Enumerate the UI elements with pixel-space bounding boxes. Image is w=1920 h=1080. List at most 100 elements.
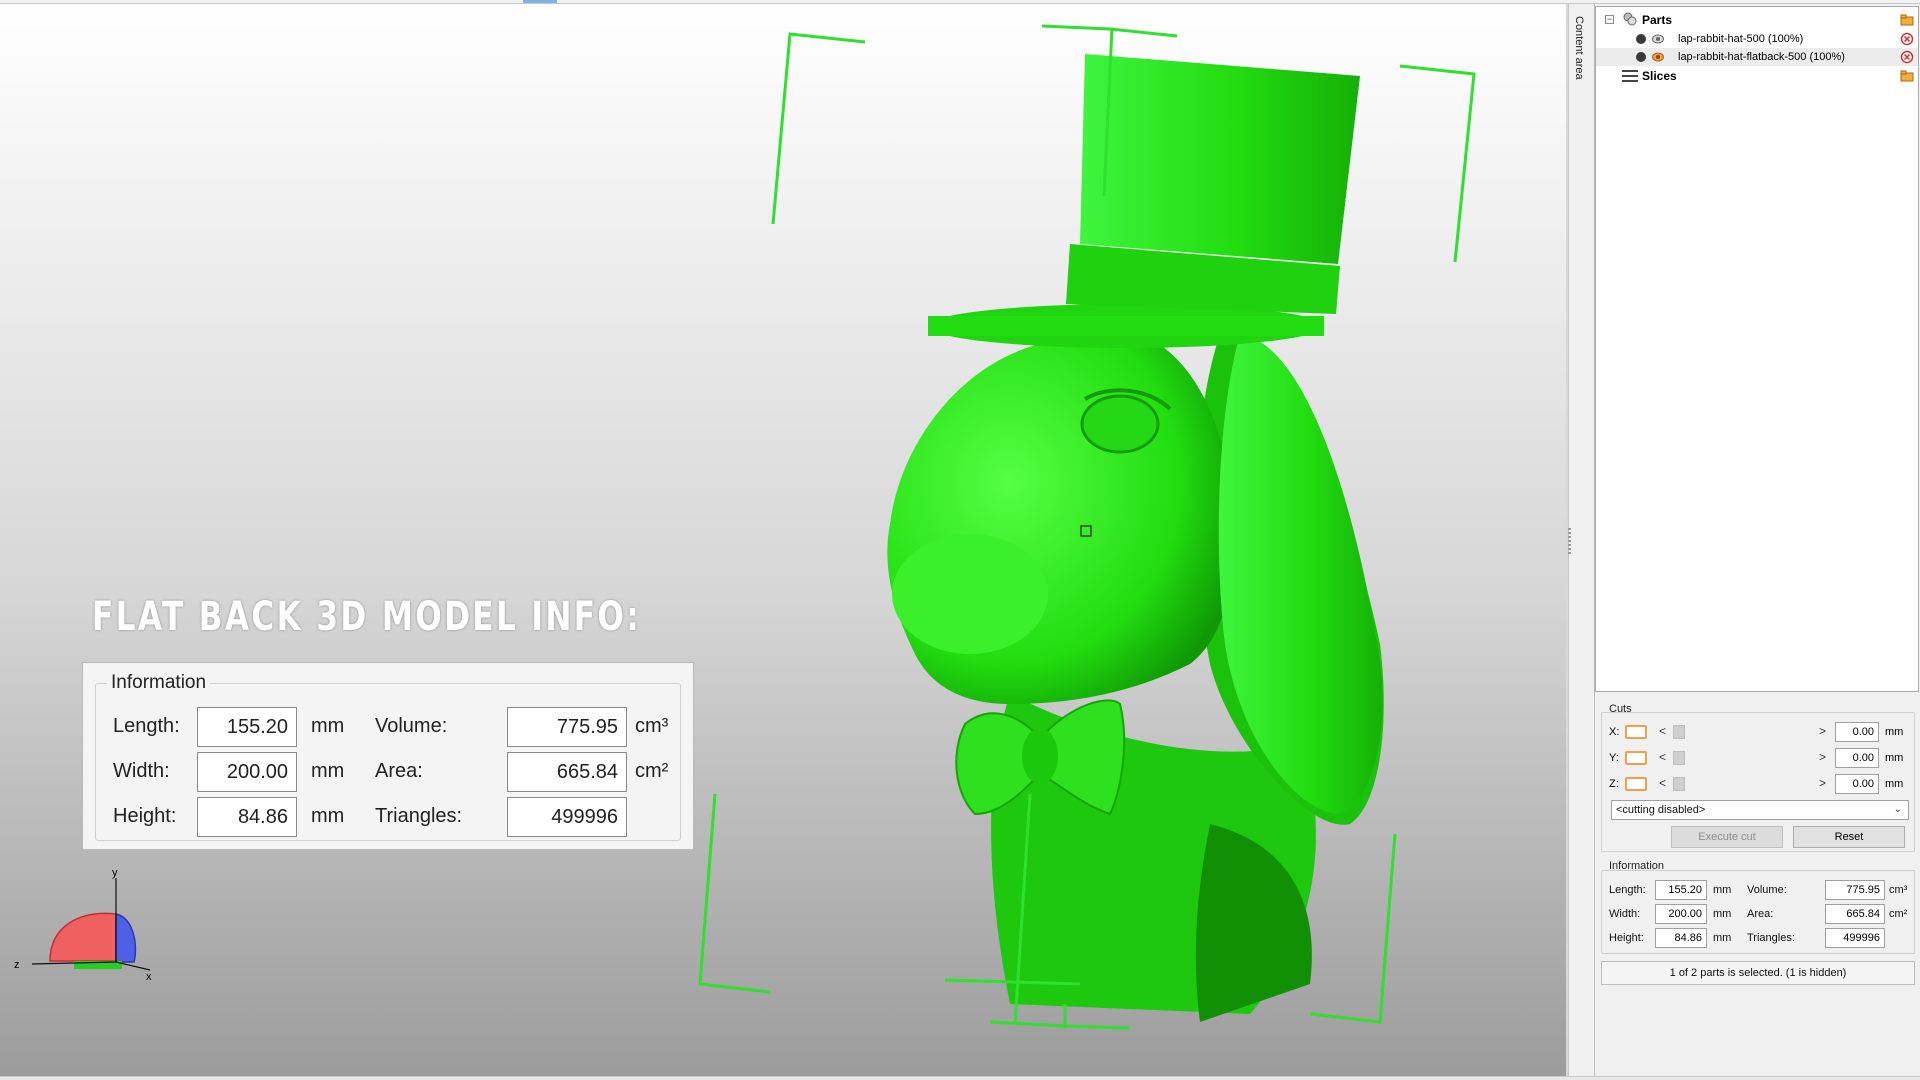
cut-value-input[interactable]: 0.00 (1835, 774, 1879, 794)
part-name: lap-rabbit-hat-flatback-500 (100%) (1678, 51, 1845, 63)
overlay-triangles-value: 499996 (507, 797, 627, 837)
overlay-length-label: Length: (113, 715, 180, 737)
cut-value-input[interactable]: 0.00 (1835, 748, 1879, 768)
area-unit: cm² (1889, 908, 1908, 920)
cut-increase-button[interactable]: > (1819, 750, 1826, 764)
overlay-information-box: Information Length: 155.20 mm Volume: 77… (82, 662, 694, 850)
slices-icon (1622, 70, 1638, 82)
width-value: 200.00 (1655, 904, 1707, 924)
tree-item-part[interactable]: lap-rabbit-hat-500 (100%) (1596, 30, 1918, 48)
tab-content-area[interactable]: Content area (1573, 16, 1585, 80)
content-area-tab-strip: Content area (1568, 4, 1594, 1076)
triangles-value: 499996 (1825, 928, 1885, 948)
overlay-height-label: Height: (113, 805, 177, 827)
gizmo-z-label: z (14, 959, 20, 971)
visibility-eye-icon[interactable] (1652, 34, 1664, 44)
expander-icon[interactable]: − (1605, 15, 1614, 24)
cut-plane-toggle[interactable] (1625, 725, 1647, 739)
cut-slider[interactable] (1673, 751, 1813, 765)
info-row-width: Width: 200.00 mm Area: 665.84 cm² (1595, 904, 1920, 924)
cut-slider-thumb[interactable] (1673, 777, 1685, 791)
cutting-mode-value: <cutting disabled> (1616, 804, 1706, 816)
cut-decrease-button[interactable]: < (1659, 724, 1666, 738)
overlay-volume-value: 775.95 (507, 707, 627, 747)
tree-parts-label: Parts (1642, 13, 1673, 27)
length-label: Length: (1609, 884, 1646, 896)
hidden-eye-icon[interactable] (1652, 52, 1664, 62)
reset-button[interactable]: Reset (1793, 826, 1905, 848)
overlay-row-length: Length: 155.20 mm Volume: 775.95 cm³ (83, 707, 695, 747)
tree-item-parts[interactable]: − Parts (1596, 11, 1918, 29)
overlay-area-unit: cm² (635, 760, 669, 782)
volume-value: 775.95 (1825, 880, 1885, 900)
cut-axis-label: X: (1609, 726, 1620, 738)
bottom-edge (0, 1076, 1920, 1080)
part-status-dot-icon (1636, 34, 1646, 44)
cut-row-y: Y: < > 0.00 mm (1595, 748, 1920, 768)
cut-slider[interactable] (1673, 725, 1813, 739)
gizmo-y-label: y (112, 867, 118, 879)
overlay-volume-label: Volume: (375, 715, 448, 737)
parts-tree[interactable]: − Parts lap-rabbit-hat-500 (100%) lap-ra… (1595, 6, 1919, 692)
panel-splitter-handle[interactable] (1568, 528, 1571, 556)
overlay-width-unit: mm (311, 760, 345, 782)
cut-value-input[interactable]: 0.00 (1835, 722, 1879, 742)
cut-row-z: Z: < > 0.00 mm (1595, 774, 1920, 794)
execute-cut-button[interactable]: Execute cut (1671, 826, 1783, 848)
overlay-area-label: Area: (375, 760, 423, 782)
overlay-width-value: 200.00 (197, 752, 297, 792)
height-value: 84.86 (1655, 928, 1707, 948)
cut-decrease-button[interactable]: < (1659, 776, 1666, 790)
chevron-down-icon: ⌄ (1893, 804, 1902, 815)
folder-open-icon[interactable] (1900, 69, 1914, 83)
selection-status-bar: 1 of 2 parts is selected. (1 is hidden) (1601, 961, 1915, 985)
overlay-row-width: Width: 200.00 mm Area: 665.84 cm² (83, 752, 695, 792)
area-value: 665.84 (1825, 904, 1885, 924)
remove-part-icon[interactable] (1900, 50, 1914, 64)
info-row-length: Length: 155.20 mm Volume: 775.95 cm³ (1595, 880, 1920, 900)
overlay-width-label: Width: (113, 760, 170, 782)
overlay-area-value: 665.84 (507, 752, 627, 792)
volume-unit: cm³ (1889, 884, 1908, 896)
cut-slider[interactable] (1673, 777, 1813, 791)
length-unit: mm (1713, 884, 1732, 896)
3d-viewport[interactable]: FLAT BACK 3D MODEL INFO: Information Len… (0, 4, 1566, 1076)
height-label: Height: (1609, 932, 1644, 944)
width-label: Width: (1609, 908, 1641, 920)
cutting-mode-select[interactable]: <cutting disabled> ⌄ (1611, 800, 1909, 820)
overlay-row-height: Height: 84.86 mm Triangles: 499996 (83, 797, 695, 837)
cut-unit: mm (1885, 752, 1904, 764)
cut-axis-label: Z: (1609, 778, 1619, 790)
tree-item-slices[interactable]: Slices (1596, 67, 1918, 85)
cut-slider-thumb[interactable] (1673, 725, 1685, 739)
overlay-length-value: 155.20 (197, 707, 297, 747)
cut-slider-thumb[interactable] (1673, 751, 1685, 765)
part-name: lap-rabbit-hat-500 (100%) (1678, 33, 1804, 45)
cut-increase-button[interactable]: > (1819, 724, 1826, 738)
cut-plane-toggle[interactable] (1625, 777, 1647, 791)
cut-row-x: X: < > 0.00 mm (1595, 722, 1920, 742)
tree-slices-label: Slices (1642, 69, 1677, 83)
overlay-triangles-label: Triangles: (375, 805, 463, 827)
overlay-volume-unit: cm³ (635, 715, 669, 737)
overlay-height-value: 84.86 (197, 797, 297, 837)
cut-plane-toggle[interactable] (1625, 751, 1647, 765)
cut-decrease-button[interactable]: < (1659, 750, 1666, 764)
height-unit: mm (1713, 932, 1732, 944)
area-label: Area: (1747, 908, 1774, 920)
cut-increase-button[interactable]: > (1819, 776, 1826, 790)
model-render (698, 24, 1476, 1030)
parts-icon (1623, 12, 1637, 26)
tree-item-part-selected[interactable]: lap-rabbit-hat-flatback-500 (100%) (1596, 48, 1918, 66)
toolbar-tab-indicator (523, 0, 557, 3)
width-unit: mm (1713, 908, 1732, 920)
axis-gizmo-icon[interactable]: y z x (10, 866, 160, 986)
length-value: 155.20 (1655, 880, 1707, 900)
remove-part-icon[interactable] (1900, 32, 1914, 46)
overlay-title: FLAT BACK 3D MODEL INFO: (92, 594, 642, 640)
rabbit-model[interactable] (887, 54, 1384, 1022)
gizmo-x-label: x (146, 971, 152, 983)
triangles-label: Triangles: (1747, 932, 1795, 944)
folder-open-icon[interactable] (1900, 13, 1914, 27)
overlay-information-legend: Information (107, 672, 211, 694)
